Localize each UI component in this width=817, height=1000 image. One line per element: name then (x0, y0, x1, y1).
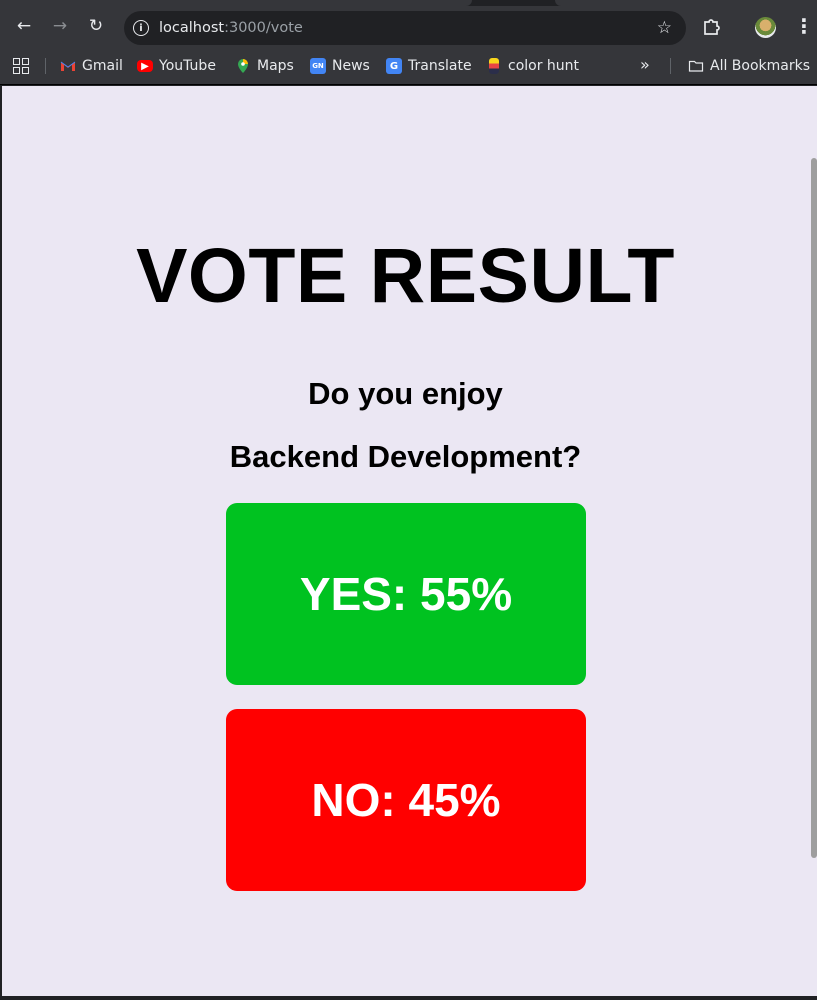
question-line-2: Backend Development? (229, 439, 582, 474)
bookmark-color-hunt[interactable]: color hunt (486, 56, 579, 76)
bookmark-label: Gmail (82, 58, 123, 74)
folder-icon (688, 60, 704, 72)
news-icon: GN (310, 58, 326, 74)
window-bottom-edge (0, 996, 817, 1000)
bookmarks-bar: Gmail ▶ YouTube Maps GN News G Translate… (0, 50, 817, 85)
site-info-icon[interactable]: i (133, 20, 149, 36)
url-path: :3000/vote (224, 20, 303, 36)
bookmark-label: News (332, 58, 370, 74)
yes-result-text: YES: 55% (299, 568, 513, 620)
bookmark-news[interactable]: GN News (310, 56, 370, 76)
url-text[interactable]: localhost:3000/vote (159, 20, 303, 36)
bookmark-youtube[interactable]: ▶ YouTube (137, 56, 216, 76)
bookmark-star-icon[interactable]: ☆ (657, 18, 672, 38)
scrollbar-thumb[interactable] (811, 158, 817, 858)
address-bar[interactable]: i localhost:3000/vote ☆ (124, 11, 686, 45)
profile-avatar[interactable] (755, 17, 776, 38)
apps-grid-icon[interactable] (13, 58, 29, 74)
colorhunt-icon (489, 58, 499, 74)
all-bookmarks-label: All Bookmarks (710, 58, 811, 74)
translate-icon: G (386, 58, 402, 74)
extensions-puzzle-icon[interactable] (702, 16, 722, 36)
bookmark-label: color hunt (508, 58, 580, 74)
bookmark-label: Translate (408, 58, 472, 74)
bookmarks-separator (45, 58, 46, 74)
bookmark-label: YouTube (159, 58, 216, 74)
bookmark-label: Maps (257, 58, 294, 74)
forward-arrow-icon[interactable]: → (48, 14, 72, 38)
maps-pin-icon (238, 59, 248, 73)
bookmark-translate[interactable]: G Translate (386, 56, 472, 76)
gmail-icon (60, 61, 76, 71)
url-host: localhost (159, 20, 225, 36)
bookmark-gmail[interactable]: Gmail (60, 56, 123, 76)
more-bookmarks-chevron-icon[interactable]: » (640, 55, 650, 74)
youtube-icon: ▶ (137, 60, 153, 72)
bookmark-maps[interactable]: Maps (235, 56, 294, 76)
page-title: VOTE RESULT (136, 233, 675, 319)
no-result-box: NO: 45% (226, 709, 586, 891)
all-bookmarks-folder[interactable]: All Bookmarks (688, 56, 810, 76)
reload-icon[interactable]: ↻ (84, 14, 108, 38)
question-line-1: Do you enjoy (308, 376, 503, 411)
kebab-menu-icon[interactable]: ⋮ (794, 16, 814, 36)
back-arrow-icon[interactable]: ← (12, 14, 36, 38)
bookmarks-separator (670, 58, 671, 74)
yes-result-box: YES: 55% (226, 503, 586, 685)
no-result-text: NO: 45% (311, 774, 501, 826)
